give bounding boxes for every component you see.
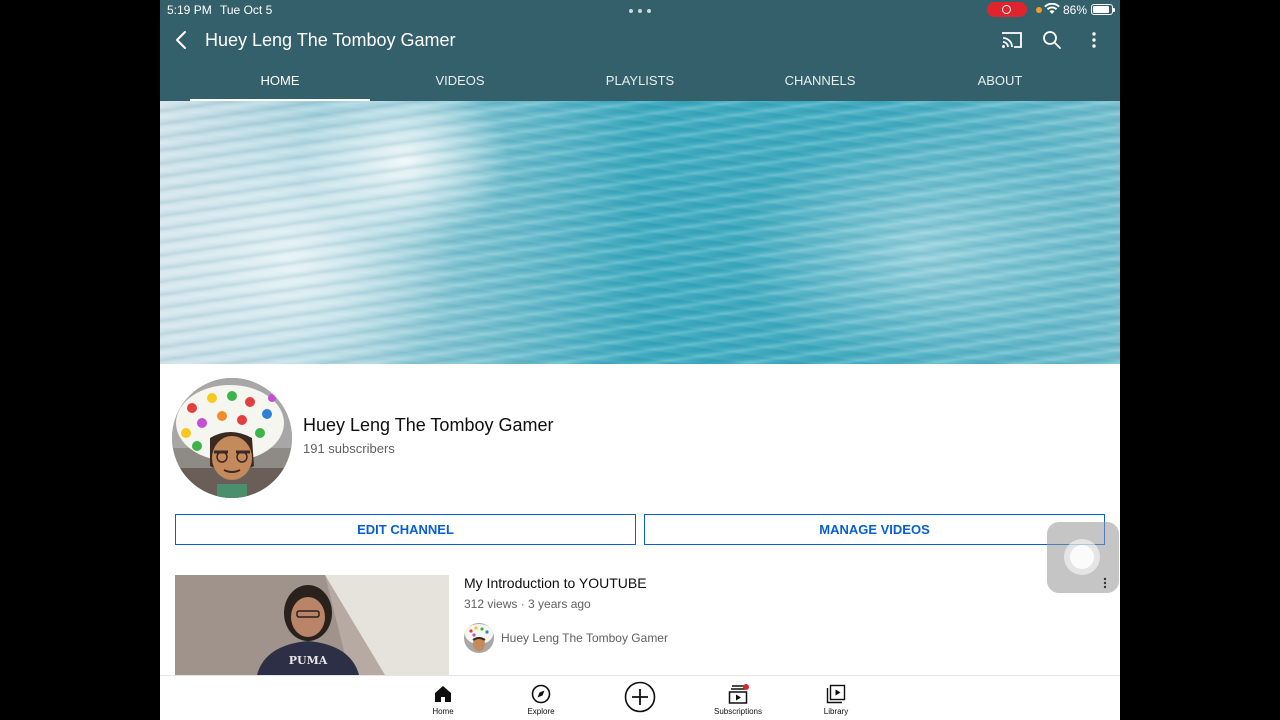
home-icon <box>435 686 451 702</box>
app-bar-title: Huey Leng The Tomboy Gamer <box>205 30 456 50</box>
video-channel-name: Huey Leng The Tomboy Gamer <box>501 631 668 645</box>
more-options-icon[interactable] <box>1082 28 1106 52</box>
subscriber-count: 191 subscribers <box>303 441 395 456</box>
battery-percentage: 86% <box>1063 3 1088 17</box>
create-plus-icon <box>624 681 656 713</box>
youtube-channel-screen: 5:19 PM Tue Oct 5 86% Huey Leng The Tomb… <box>160 0 1120 720</box>
nav-library[interactable]: Library <box>796 676 876 720</box>
channel-avatar[interactable] <box>172 378 292 498</box>
screen-recording-icon[interactable] <box>987 2 1027 17</box>
tab-playlists[interactable]: PLAYLISTS <box>550 60 730 101</box>
water-texture <box>160 101 1120 364</box>
nav-subscriptions-label: Subscriptions <box>713 707 763 716</box>
shirt-text: PUMA <box>289 654 328 667</box>
app-bar: Huey Leng The Tomboy Gamer <box>160 20 1120 60</box>
search-icon[interactable] <box>1040 28 1064 52</box>
edit-channel-button[interactable]: EDIT CHANNEL <box>175 514 636 545</box>
status-time: 5:19 PM <box>167 3 212 17</box>
cast-icon[interactable] <box>1000 28 1024 52</box>
video-title[interactable]: My Introduction to YOUTUBE <box>464 575 647 591</box>
status-bar: 5:19 PM Tue Oct 5 86% <box>160 0 1120 20</box>
video-meta: 312 views · 3 years ago <box>464 597 591 611</box>
manage-videos-button[interactable]: MANAGE VIDEOS <box>644 514 1105 545</box>
compass-icon <box>531 684 551 704</box>
bottom-navigation: Home Explore Subscriptions Library <box>160 675 1120 720</box>
nav-explore[interactable]: Explore <box>501 676 581 720</box>
mic-indicator-icon <box>1036 7 1042 13</box>
tab-videos[interactable]: VIDEOS <box>370 60 550 101</box>
video-more-options-icon[interactable] <box>1103 577 1107 589</box>
video-channel-avatar[interactable] <box>464 623 494 653</box>
tab-home[interactable]: HOME <box>190 60 370 101</box>
multitasking-dots-icon[interactable] <box>629 9 651 13</box>
tab-channels[interactable]: CHANNELS <box>730 60 910 101</box>
nav-subscriptions[interactable]: Subscriptions <box>698 676 778 720</box>
channel-banner <box>160 101 1120 364</box>
back-arrow-icon[interactable] <box>172 28 192 52</box>
nav-home-label: Home <box>432 707 454 716</box>
wifi-icon <box>1044 3 1060 14</box>
battery-icon <box>1091 4 1115 15</box>
subscriptions-icon <box>728 684 749 704</box>
channel-name: Huey Leng The Tomboy Gamer <box>303 415 554 435</box>
library-icon <box>826 684 846 704</box>
nav-library-label: Library <box>823 707 849 716</box>
video-thumbnail[interactable]: PUMA <box>175 575 449 675</box>
tab-about[interactable]: ABOUT <box>910 60 1090 101</box>
status-date: Tue Oct 5 <box>220 3 273 17</box>
nav-explore-label: Explore <box>527 707 555 716</box>
channel-tabs: HOME VIDEOS PLAYLISTS CHANNELS ABOUT <box>160 60 1120 101</box>
nav-home[interactable]: Home <box>403 676 483 720</box>
assistive-touch-button[interactable] <box>1047 522 1119 593</box>
nav-create[interactable] <box>600 676 680 720</box>
